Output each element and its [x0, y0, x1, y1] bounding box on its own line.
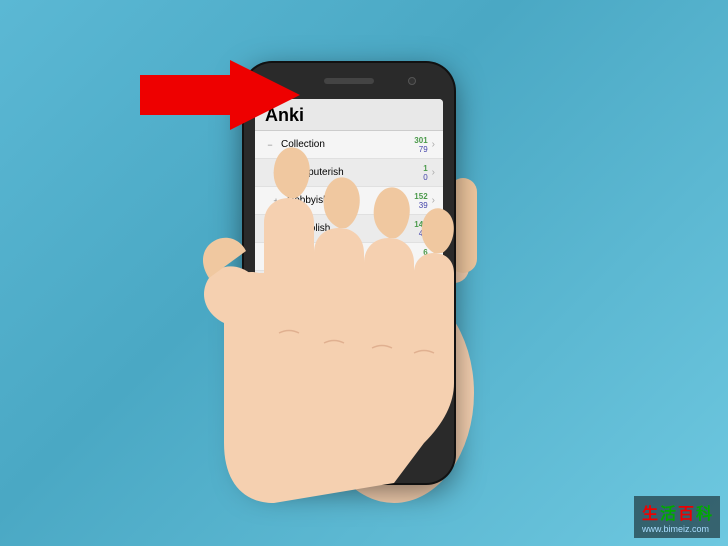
watermark-chinese: 生 活 百 科: [642, 500, 712, 524]
watermark: 生 活 百 科 www.bimeiz.com: [634, 496, 720, 538]
wm-char-3: 百: [678, 500, 694, 524]
arrow-indicator: [140, 60, 300, 130]
wm-char-4: 科: [696, 500, 712, 524]
wm-char-2: 活: [660, 500, 676, 524]
wm-char-1: 生: [642, 500, 658, 524]
watermark-url: www.bimeiz.com: [642, 524, 712, 534]
